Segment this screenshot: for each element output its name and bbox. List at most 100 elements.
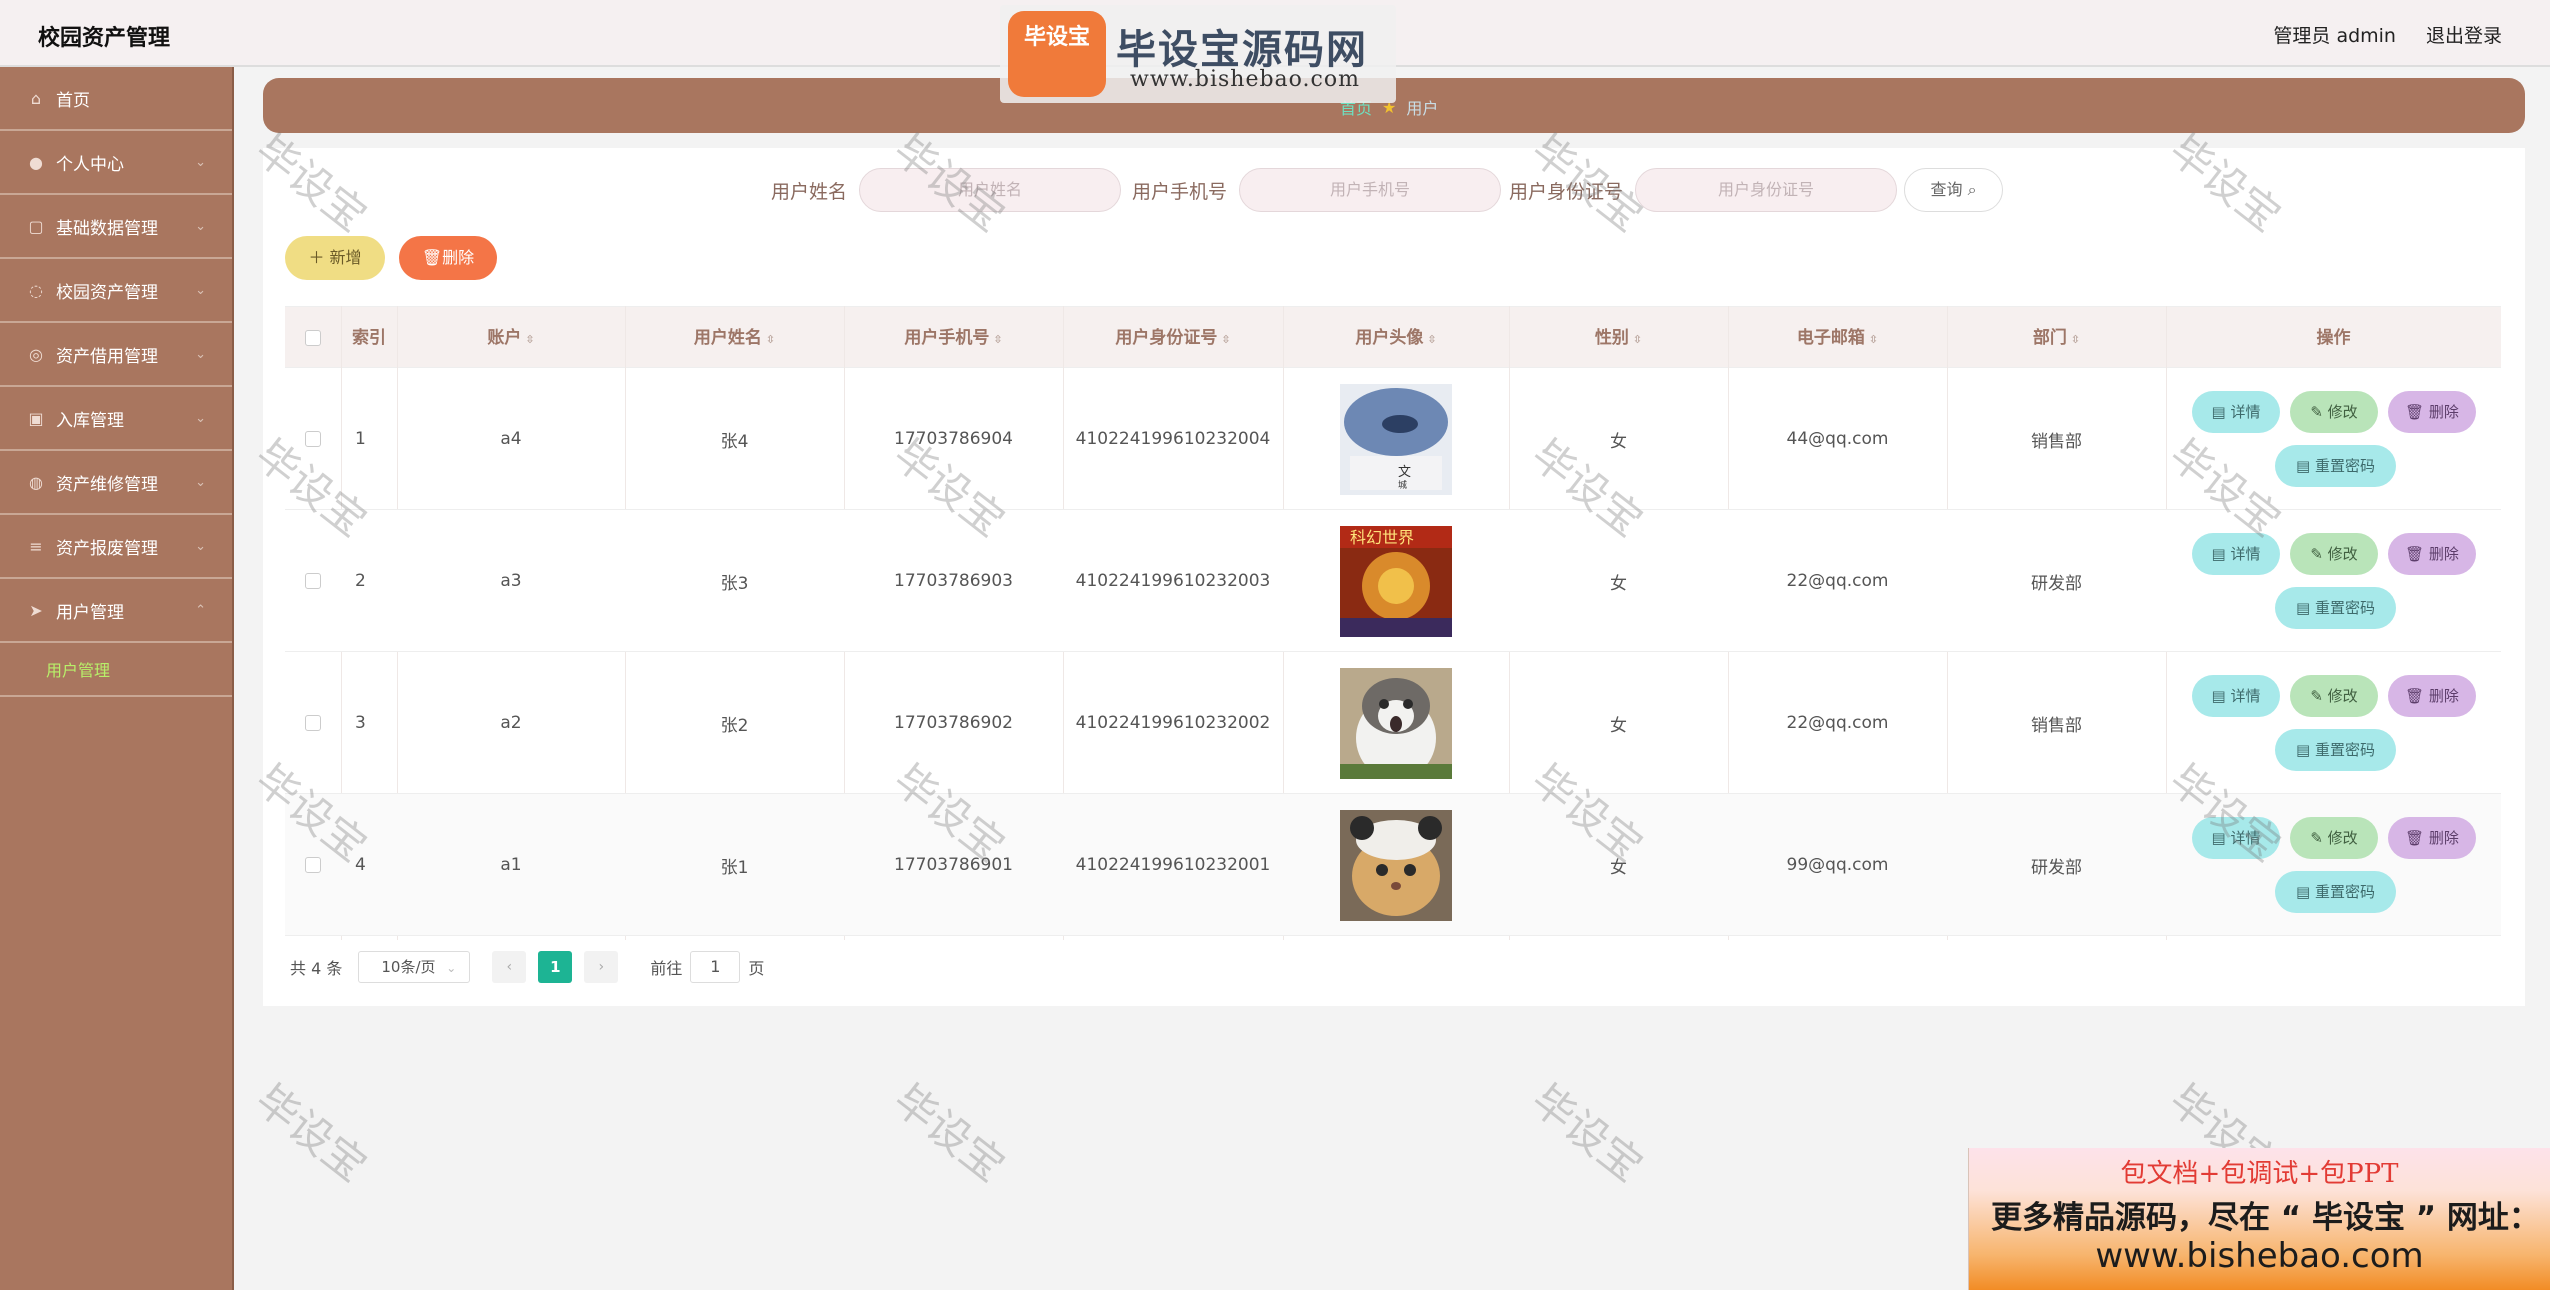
chevron-down-icon: ⌄ (195, 218, 206, 234)
logo-url: www.bishebao.com (1130, 67, 1360, 92)
reset-password-button[interactable]: ▤ 重置密码 (2275, 729, 2396, 771)
sort-icon[interactable]: ⇳ (2071, 333, 2080, 346)
row-email: 22@qq.com (1786, 713, 1889, 733)
send-icon: ➤ (29, 600, 43, 620)
batch-delete-button[interactable]: 🗑删除 (399, 236, 497, 280)
add-button[interactable]: ＋ 新增 (285, 236, 385, 280)
search-phone-input[interactable]: 用户手机号 (1239, 168, 1502, 212)
search-name-input[interactable]: 用户姓名 (859, 168, 1122, 212)
query-button[interactable]: 查询 ⌕ (1904, 168, 2003, 212)
delete-button[interactable]: 🗑 删除 (2388, 391, 2476, 433)
row-index: 4 (355, 855, 366, 875)
col-avatar[interactable]: 用户头像 ⇳ (1283, 307, 1509, 369)
edit-button[interactable]: ✎ 修改 (2290, 817, 2378, 859)
edit-label: 修改 (2327, 687, 2358, 705)
col-gender[interactable]: 性别 ⇳ (1509, 307, 1728, 369)
col-idcard[interactable]: 用户身份证号 ⇳ (1063, 307, 1283, 369)
watermark: 毕设宝 (246, 1074, 376, 1191)
select-all-checkbox[interactable] (305, 330, 321, 346)
logout-link[interactable]: 退出登录 (2426, 21, 2502, 48)
col-idcard-label: 用户身份证号 (1115, 328, 1218, 348)
detail-button[interactable]: ▤ 详情 (2192, 391, 2280, 433)
col-email[interactable]: 电子邮箱 ⇳ (1728, 307, 1947, 369)
col-gender-label: 性别 (1594, 328, 1629, 348)
sidebar-item-profile[interactable]: ● 个人中心 ⌄ (0, 131, 232, 195)
sort-icon[interactable]: ⇳ (1427, 333, 1436, 346)
ad-line3: www.bishebao.com (2095, 1236, 2424, 1276)
sidebar-item-storage[interactable]: ▣ 入库管理 ⌄ (0, 387, 232, 451)
row-gender: 女 (1610, 857, 1627, 878)
row-account: a1 (500, 855, 522, 875)
sidebar-item-borrow[interactable]: ◎ 资产借用管理 ⌄ (0, 323, 232, 387)
prev-page-button[interactable]: ‹ (492, 951, 527, 983)
col-name[interactable]: 用户姓名 ⇳ (625, 307, 844, 369)
row-account: a3 (500, 571, 522, 591)
delete-label: 删除 (2428, 687, 2459, 705)
edit-button[interactable]: ✎ 修改 (2290, 675, 2378, 717)
detail-button[interactable]: ▤ 详情 (2192, 817, 2280, 859)
sidebar-item-users[interactable]: ➤ 用户管理 ⌃ (0, 579, 232, 643)
delete-button[interactable]: 🗑 删除 (2388, 675, 2476, 717)
row-name: 张1 (720, 857, 749, 878)
sidebar-item-home[interactable]: ⌂ 首页 (0, 67, 232, 131)
avatar-image[interactable] (1340, 809, 1452, 921)
reset-password-button[interactable]: ▤ 重置密码 (2275, 871, 2396, 913)
svg-text:科幻世界: 科幻世界 (1350, 528, 1414, 547)
select-all-cell[interactable] (285, 307, 341, 369)
search-phone-label: 用户手机号 (1132, 180, 1228, 203)
avatar-image[interactable]: 文城 (1340, 383, 1452, 495)
row-gender: 女 (1610, 431, 1627, 452)
row-checkbox[interactable] (305, 431, 321, 447)
chevron-down-icon: ⌄ (446, 961, 457, 975)
reset-password-button[interactable]: ▤ 重置密码 (2275, 587, 2396, 629)
ad-banner[interactable]: 包文档+包调试+包PPT 更多精品源码，尽在 “ 毕设宝 ” 网址： www.b… (1968, 1148, 2550, 1290)
col-dept[interactable]: 部门 ⇳ (1947, 307, 2166, 369)
page-current[interactable]: 1 (538, 951, 573, 983)
delete-label: 删除 (442, 248, 475, 267)
next-page-button[interactable]: › (584, 951, 619, 983)
sort-icon[interactable]: ⇳ (1633, 333, 1642, 346)
query-label: 查询 (1930, 180, 1963, 199)
sort-icon[interactable]: ⇳ (766, 333, 775, 346)
delete-button[interactable]: 🗑 删除 (2388, 817, 2476, 859)
sidebar-item-label: 入库管理 (56, 410, 124, 431)
detail-button[interactable]: ▤ 详情 (2192, 675, 2280, 717)
delete-label: 删除 (2428, 545, 2459, 563)
detail-button[interactable]: ▤ 详情 (2192, 533, 2280, 575)
sidebar-item-label: 基础数据管理 (56, 218, 158, 239)
row-checkbox[interactable] (305, 715, 321, 731)
row-checkbox[interactable] (305, 857, 321, 873)
admin-label[interactable]: 管理员 admin (2273, 21, 2396, 48)
sort-icon[interactable]: ⇳ (525, 333, 534, 346)
sort-icon[interactable]: ⇳ (993, 333, 1002, 346)
search-id-input[interactable]: 用户身份证号 (1635, 168, 1898, 212)
chevron-down-icon: ⌄ (195, 474, 206, 490)
sidebar-item-scrap[interactable]: ≡ 资产报废管理 ⌄ (0, 515, 232, 579)
edit-button[interactable]: ✎ 修改 (2290, 391, 2378, 433)
sort-icon[interactable]: ⇳ (1869, 333, 1878, 346)
data-icon: ▢ (28, 216, 44, 236)
add-label: 新增 (329, 248, 362, 267)
edit-button[interactable]: ✎ 修改 (2290, 533, 2378, 575)
sidebar-item-repair[interactable]: ◍ 资产维修管理 ⌄ (0, 451, 232, 515)
sidebar-item-label: 个人中心 (56, 154, 124, 175)
total-count: 共 4 条 (290, 959, 343, 978)
avatar-image[interactable]: 科幻世界 (1340, 525, 1452, 637)
goto-page-input[interactable]: 1 (690, 951, 741, 983)
logo-badge: 毕设宝 (1023, 25, 1090, 50)
reset-password-button[interactable]: ▤ 重置密码 (2275, 445, 2396, 487)
sidebar-subitem-user-management[interactable]: 用户管理 (0, 643, 232, 697)
avatar-image[interactable] (1340, 667, 1452, 779)
sidebar-item-assets[interactable]: ◌ 校园资产管理 ⌄ (0, 259, 232, 323)
row-idcard: 410224199610232001 (1075, 855, 1271, 875)
sidebar-item-basedata[interactable]: ▢ 基础数据管理 ⌄ (0, 195, 232, 259)
col-phone[interactable]: 用户手机号 ⇳ (844, 307, 1063, 369)
delete-button[interactable]: 🗑 删除 (2388, 533, 2476, 575)
detail-label: 详情 (2230, 545, 2261, 563)
page-size-select[interactable]: 10条/页 ⌄ (358, 951, 471, 983)
sort-icon[interactable]: ⇳ (1221, 333, 1230, 346)
pagination: 共 4 条 10条/页 ⌄ ‹ 1 › 前往 1 页 (290, 951, 764, 983)
col-account[interactable]: 账户 ⇳ (397, 307, 625, 369)
row-checkbox[interactable] (305, 573, 321, 589)
chevron-down-icon: ⌄ (195, 282, 206, 298)
